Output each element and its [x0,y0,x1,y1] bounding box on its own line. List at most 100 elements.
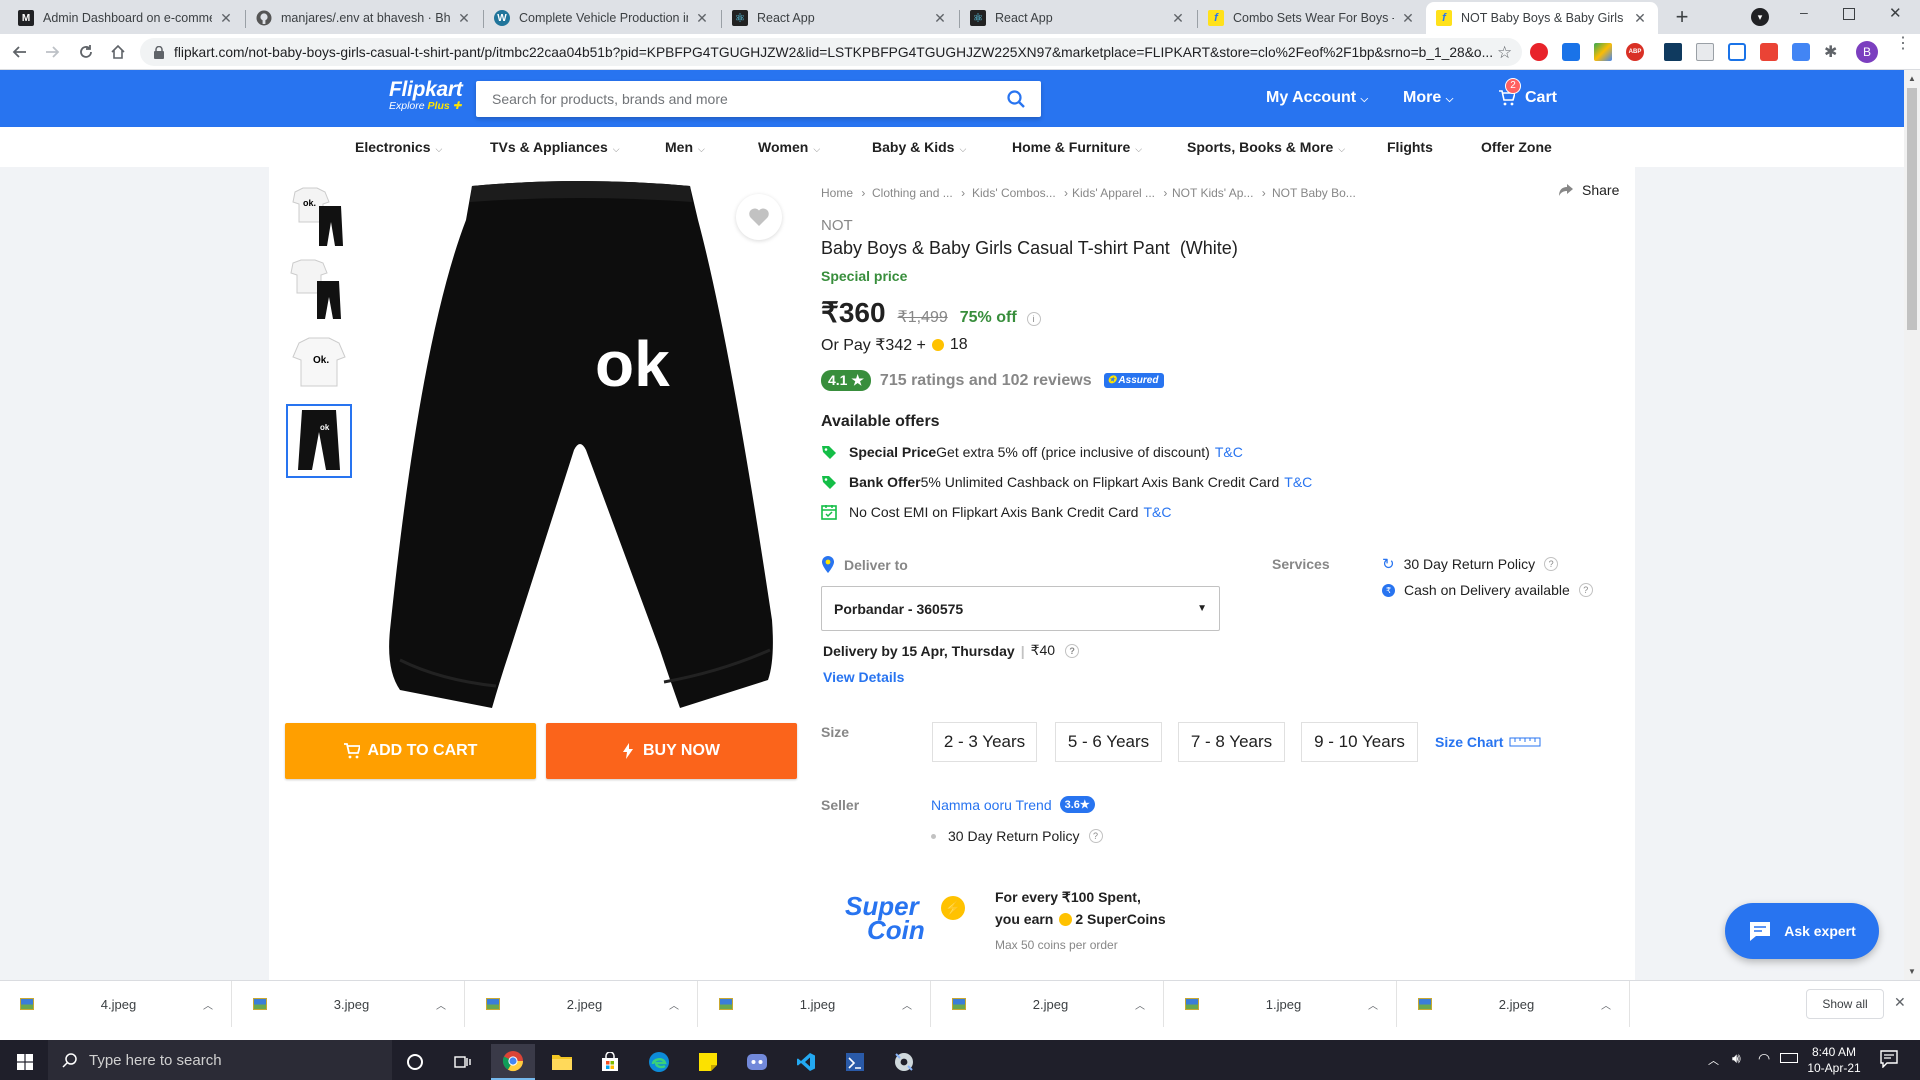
cart-button[interactable]: 2 Cart [1499,78,1557,107]
product-thumbnail[interactable]: Ok. [286,330,352,396]
maximize-button[interactable] [1843,8,1855,20]
battery-icon[interactable] [1780,1053,1798,1063]
breadcrumb-item[interactable]: Kids' Combos... › [972,186,1068,200]
taskbar-search[interactable]: Type here to search [48,1040,392,1080]
speaker-icon[interactable]: 🔊︎ [1732,1050,1741,1067]
close-icon[interactable]: ✕ [1400,10,1416,27]
breadcrumb-item[interactable]: Home › [821,186,865,200]
search-icon[interactable] [1007,90,1025,108]
download-item[interactable]: 3.jpeg ︿ [233,981,465,1027]
close-icon[interactable]: ✕ [1170,10,1186,27]
translate-extension-icon[interactable] [1792,43,1810,61]
breadcrumb-item[interactable]: Clothing and ... › [872,186,965,200]
settings-app-icon[interactable] [882,1044,926,1080]
edge-icon[interactable] [637,1044,681,1080]
extension-icon[interactable] [1664,43,1682,61]
browser-tab-active[interactable]: f NOT Baby Boys & Baby Girls Ca ✕ [1426,2,1658,34]
download-item[interactable]: 1.jpeg ︿ [699,981,931,1027]
help-icon[interactable]: ? [1088,829,1103,843]
adblock-extension-icon[interactable]: ABP [1626,43,1644,61]
browser-tab[interactable]: manjares/.env at bhavesh · Bhav ✕ [246,2,482,34]
profile-avatar[interactable]: B [1856,41,1878,63]
product-thumbnail[interactable] [286,257,352,323]
category-home-furniture[interactable]: Home & Furniture ⌵ [1012,139,1142,155]
chevron-up-icon[interactable]: ︿ [1708,1052,1719,1068]
tnc-link[interactable]: T&C [1215,444,1243,460]
flipkart-logo[interactable]: Flipkart Explore Plus ✚ [389,78,463,112]
download-item[interactable]: 2.jpeg ︿ [466,981,698,1027]
puzzle-extensions-icon[interactable]: ✱ [1824,42,1837,62]
category-baby-kids[interactable]: Baby & Kids ⌵ [872,139,966,155]
close-icon[interactable]: ✕ [456,10,472,27]
close-icon[interactable]: ✕ [932,10,948,27]
sticky-notes-icon[interactable] [686,1044,730,1080]
chrome-taskbar-icon[interactable] [491,1044,535,1080]
ask-expert-button[interactable]: Ask expert [1725,903,1879,959]
camera-extension-icon[interactable] [1696,43,1714,61]
menu-kebab-icon[interactable]: ⋮ [1895,36,1911,52]
tnc-link[interactable]: T&C [1143,504,1171,520]
category-offer-zone[interactable]: Offer Zone [1481,139,1552,155]
back-button[interactable] [8,40,32,64]
page-scrollbar[interactable]: ▲ ▼ [1904,70,1920,980]
search-input[interactable] [492,91,992,107]
window-close-button[interactable]: ✕ [1889,4,1902,22]
store-icon[interactable] [588,1044,632,1080]
buy-now-button[interactable]: BUY NOW [546,723,797,779]
wishlist-button[interactable] [736,194,782,240]
download-item[interactable]: 2.jpeg ︿ [1398,981,1630,1027]
extension-icon[interactable] [1728,43,1746,61]
info-icon[interactable]: i [1026,312,1041,326]
file-explorer-icon[interactable] [540,1044,584,1080]
ratings-count[interactable]: 715 ratings and 102 reviews [880,372,1092,390]
share-button[interactable]: Share [1558,182,1619,198]
size-option[interactable]: 9 - 10 Years [1301,722,1418,762]
browser-tab[interactable]: ⚛ React App ✕ [960,2,1196,34]
download-item[interactable]: 1.jpeg ︿ [1165,981,1397,1027]
view-details-link[interactable]: View Details [823,669,904,685]
browser-tab[interactable]: ⚛ React App ✕ [722,2,958,34]
download-item[interactable]: 2.jpeg ︿ [932,981,1164,1027]
browser-tab[interactable]: f Combo Sets Wear For Boys - Bu ✕ [1198,2,1426,34]
close-icon[interactable]: ✕ [694,10,710,27]
category-men[interactable]: Men ⌵ [665,139,705,155]
breadcrumb-item[interactable]: Kids' Apparel ... › [1072,186,1167,200]
tab-search-icon[interactable]: ▾ [1751,8,1769,26]
show-all-button[interactable]: Show all [1806,989,1884,1019]
tnc-link[interactable]: T&C [1284,474,1312,490]
vscode-icon[interactable] [784,1044,828,1080]
opera-extension-icon[interactable] [1530,43,1548,61]
extension-icon[interactable] [1562,43,1580,61]
browser-tab[interactable]: W Complete Vehicle Production in ✕ [484,2,720,34]
category-sports-books[interactable]: Sports, Books & More ⌵ [1187,139,1345,155]
bookmark-star-icon[interactable]: ☆ [1497,43,1512,63]
notification-icon[interactable] [1880,1050,1898,1068]
forward-button[interactable] [40,40,64,64]
reload-button[interactable] [74,40,98,64]
breadcrumb-item[interactable]: NOT Kids' Ap... › [1172,186,1266,200]
home-button[interactable] [106,40,130,64]
close-icon[interactable]: ✕ [218,10,234,27]
taskbar-clock[interactable]: 8:40 AM 10-Apr-21 [1805,1044,1863,1076]
my-account-menu[interactable]: My Account ⌵ [1266,89,1368,107]
extension-icon[interactable] [1760,43,1778,61]
browser-tab[interactable]: M Admin Dashboard on e-commerce ✕ [8,2,244,34]
size-option[interactable]: 2 - 3 Years [932,722,1037,762]
product-thumbnail[interactable]: ok. [286,184,352,250]
wifi-icon[interactable]: ◠ [1758,1050,1770,1067]
address-bar[interactable]: flipkart.com/not-baby-boys-girls-casual-… [140,38,1522,66]
drive-extension-icon[interactable] [1594,43,1612,61]
pincode-select[interactable]: Porbandar - 360575 ▼ [821,586,1220,631]
category-tvs-appliances[interactable]: TVs & Appliances ⌵ [490,139,620,155]
category-flights[interactable]: Flights [1387,139,1433,155]
help-icon[interactable]: ? [1544,557,1559,571]
download-item[interactable]: 4.jpeg ︿ [0,981,232,1027]
cortana-icon[interactable] [393,1044,437,1080]
windows-start-icon[interactable] [3,1044,47,1080]
category-electronics[interactable]: Electronics ⌵ [355,139,442,155]
discord-icon[interactable] [735,1044,779,1080]
visual-studio-icon[interactable] [833,1044,877,1080]
scrollbar-thumb[interactable] [1907,88,1917,330]
category-women[interactable]: Women ⌵ [758,139,820,155]
task-view-icon[interactable] [441,1044,485,1080]
